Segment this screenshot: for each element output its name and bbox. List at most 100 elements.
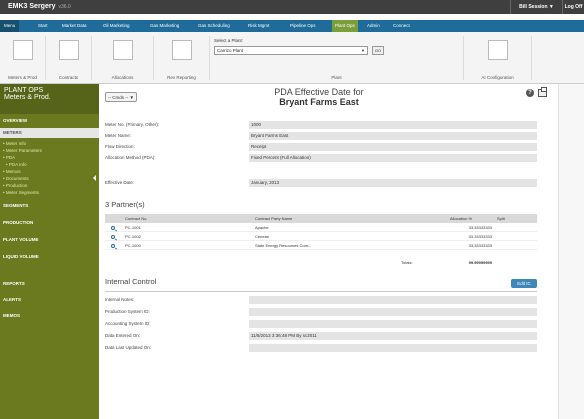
session-menu[interactable]: Bill Session ▼ — [510, 0, 562, 14]
field-value-internal-notes — [249, 296, 537, 304]
sidebar-heading: PLANT OPS Meters & Prod. — [0, 84, 99, 114]
nav-pipeline-ops[interactable]: Pipeline Ops — [290, 20, 316, 32]
sidebar-item-meter-segments[interactable]: • Meter Segments — [0, 189, 99, 196]
nav-oil-marketing[interactable]: Oil Marketing — [103, 20, 130, 32]
plant-select-value: Carrizo Plant — [217, 48, 244, 53]
field-value-effective-date: January, 2013 — [249, 179, 537, 187]
meters-icon — [12, 40, 33, 60]
sidebar-item-pda[interactable]: • PDA — [0, 154, 99, 161]
field-label-allocation-method: Allocation Method (PDA): — [105, 155, 156, 160]
help-icon[interactable]: ? — [526, 89, 534, 97]
sidebar-item-meters[interactable]: METERS — [0, 128, 99, 138]
nav-gas-marketing[interactable]: Gas Marketing — [150, 20, 179, 32]
sidebar-item-documents[interactable]: • Documents — [0, 175, 99, 182]
table-row[interactable]: PC-1000 State Energy Resources Com... 33… — [105, 242, 537, 250]
sidebar-item-reports[interactable]: REPORTS — [0, 279, 99, 289]
plant-group-label: Plant — [331, 75, 342, 80]
field-label-meter-no: Meter No. (Primary, Other): — [105, 122, 160, 127]
edit-ic-button[interactable]: Edit IC — [511, 279, 537, 288]
app-title: EMK3 Sergery — [8, 3, 56, 10]
allocations-icon — [112, 40, 133, 60]
ai-configuration-button[interactable]: AI Configuration — [464, 36, 532, 80]
sidebar-item-segments[interactable]: SEGMENTS — [0, 201, 99, 211]
nav-market-data[interactable]: Market Data — [62, 20, 87, 32]
sidebar-item-overview[interactable]: OVERVIEW — [0, 116, 99, 126]
log-off-button[interactable]: Log Off — [562, 0, 584, 14]
sidebar: PLANT OPS Meters & Prod. OVERVIEW METERS… — [0, 84, 99, 419]
nav-menu[interactable]: Menu — [0, 20, 20, 32]
sidebar-item-memos[interactable]: • Memos — [0, 168, 99, 175]
cell-party: State Energy Resources Com... — [255, 243, 312, 248]
top-bar: EMK3 Sergery v36.0 Bill Session ▼ Log Off — [0, 0, 584, 14]
cell-allocation: 33.33333333 — [468, 234, 492, 239]
sidebar-item-meter-info[interactable]: • Meter Info — [0, 140, 99, 147]
search-icon[interactable] — [111, 226, 115, 230]
allocations-button[interactable]: Allocations — [92, 36, 154, 80]
field-label-data-last-updated-on: Data Last Updated On: — [105, 345, 152, 350]
table-row[interactable]: PC-1002 Cenean 33.33333333 — [105, 233, 537, 241]
app-logo: EMK3 Sergery v36.0 — [8, 3, 71, 10]
collapse-arrow-icon[interactable] — [93, 175, 96, 181]
column-allocation[interactable]: Allocation % — [450, 214, 472, 223]
internal-control-heading: Internal Control — [105, 277, 157, 286]
field-label-data-entered-on: Data Entered On: — [105, 333, 141, 338]
sidebar-item-plant-volume[interactable]: PLANT VOLUME — [0, 235, 99, 245]
column-split[interactable]: Split — [497, 214, 505, 223]
column-contract-no[interactable]: Contract No. — [125, 214, 147, 223]
cell-allocation: 33.33333333 — [468, 225, 492, 230]
search-icon[interactable] — [111, 235, 115, 239]
contracts-label: Contracts — [58, 75, 79, 80]
toolbar: Meters & Prod Contracts Allocations Rev … — [0, 32, 584, 84]
nav-connect[interactable]: Connect — [393, 20, 410, 32]
main-nav: Menu Start Market Data Oil Marketing Gas… — [0, 20, 584, 32]
nav-admin[interactable]: Admin — [367, 20, 380, 32]
cell-allocation: 33.33333333 — [468, 243, 492, 248]
field-label-flow-direction: Flow Direction: — [105, 144, 135, 149]
field-label-production-system-id: Production System ID: — [105, 309, 150, 314]
field-value-flow-direction: Receipt — [249, 143, 537, 151]
sidebar-item-memos-section[interactable]: MEMOS — [0, 311, 99, 321]
nav-risk-mgmt[interactable]: Risk Mgmt — [248, 20, 269, 32]
nav-start[interactable]: Start — [38, 20, 48, 32]
cell-party: Cenean — [255, 234, 270, 239]
table-row[interactable]: PC-1001 Apache 33.33333333 — [105, 224, 537, 232]
rev-reporting-icon — [171, 40, 192, 60]
field-label-meter-name: Meter Name: — [105, 133, 132, 138]
field-label-accounting-system-id: Accounting System ID: — [105, 321, 151, 326]
rev-reporting-button[interactable]: Rev Reporting — [154, 36, 210, 80]
plant-selector: Select a Plant: Carrizo Plant ▼ GO Plant — [210, 36, 464, 80]
field-value-meter-no: 1000 — [249, 121, 537, 129]
go-button[interactable]: GO — [372, 46, 384, 55]
sidebar-item-alerts[interactable]: ALERTS — [0, 295, 99, 305]
nav-plant-ops[interactable]: Plant Ops — [332, 20, 358, 32]
plant-caption: Select a Plant: — [214, 38, 244, 43]
contracts-button[interactable]: Contracts — [46, 36, 92, 80]
rev-reporting-label: Rev Reporting — [167, 75, 196, 80]
page-title: PDA Effective Date for — [274, 87, 364, 97]
page-subtitle: Bryant Farms East — [279, 97, 359, 107]
contracts-icon — [58, 40, 79, 60]
meters-prod-button[interactable]: Meters & Prod — [0, 36, 46, 80]
main-content: -- Cmds -- ▼ PDA Effective Date for Brya… — [99, 84, 558, 419]
gear-icon — [487, 40, 508, 60]
sidebar-item-production-section[interactable]: PRODUCTION — [0, 218, 99, 228]
field-value-data-entered-on: 11/5/2013 3:36:48 PM By sc2011 — [249, 332, 537, 340]
print-icon[interactable] — [538, 87, 547, 97]
commands-dropdown[interactable]: -- Cmds -- ▼ — [105, 92, 137, 102]
sidebar-item-production[interactable]: • Production — [0, 182, 99, 189]
sidebar-item-liquid-volume[interactable]: LIQUID VOLUME — [0, 252, 99, 262]
search-icon[interactable] — [111, 244, 115, 248]
column-contract-party-name[interactable]: Contract Party Name — [255, 214, 292, 223]
chevron-down-icon: ▼ — [361, 48, 365, 53]
sidebar-item-pda-info[interactable]: • PDA Info — [0, 161, 99, 168]
sidebar-item-meter-parameters[interactable]: • Meter Parameters — [0, 147, 99, 154]
field-value-allocation-method: Fixed Percent (Full Allocation) — [249, 154, 537, 162]
totals-row: Totals: 99.99999999 — [105, 259, 537, 267]
plant-select[interactable]: Carrizo Plant ▼ — [214, 46, 368, 55]
meters-prod-label: Meters & Prod — [8, 75, 37, 80]
field-value-accounting-system-id — [249, 320, 537, 328]
right-gutter — [558, 84, 584, 419]
sidebar-heading-module: PLANT OPS — [4, 87, 44, 94]
nav-gas-scheduling[interactable]: Gas Scheduling — [198, 20, 230, 32]
field-label-effective-date: Effective Date: — [105, 180, 135, 185]
